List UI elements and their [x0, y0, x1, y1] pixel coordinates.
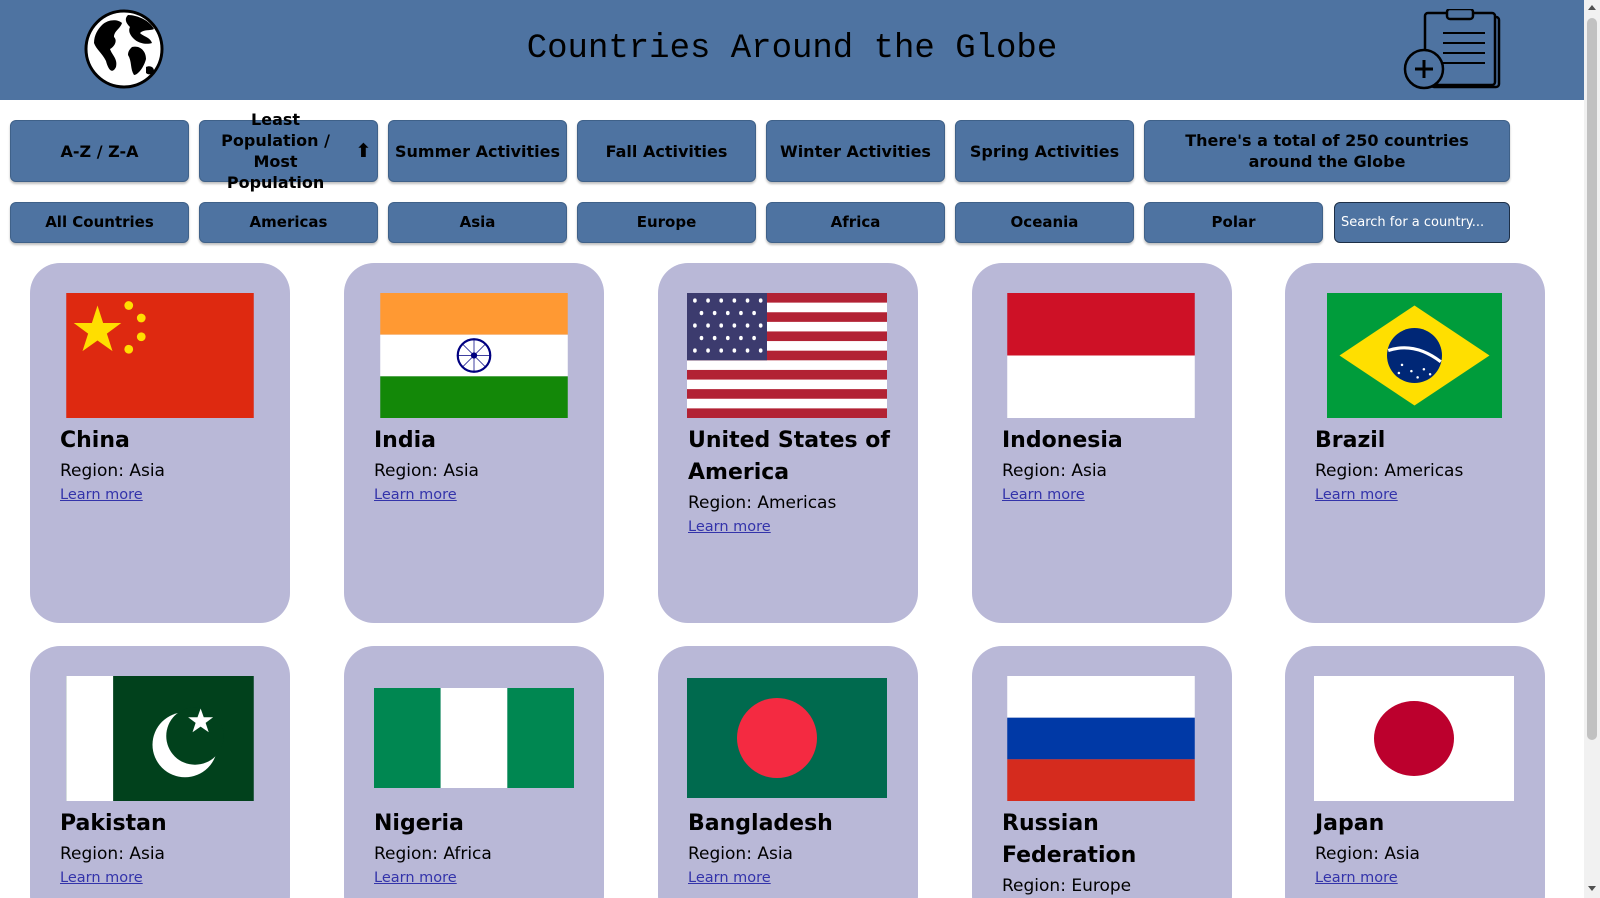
learn-more-link[interactable]: Learn more: [1315, 487, 1398, 503]
sort-population-button[interactable]: Least Population / Most Population ⬆: [199, 110, 378, 192]
learn-more-link[interactable]: Learn more: [688, 519, 771, 535]
fall-activities-label: Fall Activities: [605, 141, 728, 161]
country-region: Region: Asia: [1002, 461, 1107, 481]
country-region: Region: Asia: [688, 844, 793, 864]
summer-activities-button[interactable]: Summer Activities: [388, 120, 567, 182]
country-card-india[interactable]: India Region: Asia Learn more: [344, 263, 604, 623]
learn-more-link[interactable]: Learn more: [1002, 487, 1085, 503]
total-countries-button[interactable]: There's a total of 250 countries around …: [1144, 120, 1510, 182]
winter-activities-label: Winter Activities: [780, 141, 931, 161]
country-region: Region: Africa: [374, 844, 492, 864]
learn-more-link[interactable]: Learn more: [688, 870, 771, 886]
country-card-pakistan[interactable]: Pakistan Region: Asia Learn more: [30, 646, 290, 898]
scroll-up-icon[interactable]: [1588, 5, 1596, 10]
country-name: Brazil: [1315, 428, 1386, 453]
india-flag-icon: [380, 293, 568, 418]
vertical-scrollbar[interactable]: [1584, 0, 1600, 898]
country-name: United States of America: [688, 428, 890, 485]
country-region: Region: Asia: [60, 844, 165, 864]
region-europe-label: Europe: [636, 213, 697, 231]
country-name: China: [60, 428, 130, 453]
region-oceania-label: Oceania: [1010, 213, 1079, 231]
sort-population-label: Least Population / Most Population: [221, 110, 330, 192]
region-americas-label: Americas: [249, 213, 328, 231]
sort-az-button[interactable]: A-Z / Z-A: [10, 120, 189, 182]
summer-activities-label: Summer Activities: [395, 141, 560, 161]
region-europe-button[interactable]: Europe: [577, 202, 756, 243]
spring-activities-label: Spring Activities: [969, 141, 1120, 161]
country-region: Region: Americas: [1315, 461, 1464, 481]
country-name: Bangladesh: [688, 811, 833, 836]
russia-flag-icon: [1007, 676, 1195, 801]
country-region: Region: Americas: [688, 493, 837, 513]
region-polar-button[interactable]: Polar: [1144, 202, 1323, 243]
sort-az-label: A-Z / Z-A: [60, 141, 139, 161]
learn-more-link[interactable]: Learn more: [60, 870, 143, 886]
region-africa-label: Africa: [830, 213, 881, 231]
header: Countries Around the Globe: [0, 0, 1584, 100]
country-region: Region: Asia: [1315, 844, 1420, 864]
learn-more-link[interactable]: Learn more: [374, 487, 457, 503]
region-polar-label: Polar: [1211, 213, 1256, 231]
scroll-down-icon[interactable]: [1588, 886, 1596, 891]
region-africa-button[interactable]: Africa: [766, 202, 945, 243]
country-card-usa[interactable]: United States of America Region: America…: [658, 263, 918, 623]
learn-more-link[interactable]: Learn more: [1315, 870, 1398, 886]
scrollbar-thumb[interactable]: [1587, 18, 1597, 740]
arrow-up-icon: ⬆: [355, 139, 372, 162]
total-countries-label: There's a total of 250 countries around …: [1185, 131, 1469, 171]
country-card-indonesia[interactable]: Indonesia Region: Asia Learn more: [972, 263, 1232, 623]
country-region: Region: Asia: [374, 461, 479, 481]
country-name: Pakistan: [60, 811, 167, 836]
country-card-brazil[interactable]: Brazil Region: Americas Learn more: [1285, 263, 1545, 623]
usa-flag-icon: [687, 293, 887, 418]
country-region: Region: Asia: [60, 461, 165, 481]
country-card-japan[interactable]: Japan Region: Asia Learn more: [1285, 646, 1545, 898]
country-region: Region: Europe: [1002, 876, 1132, 896]
region-all-button[interactable]: All Countries: [10, 202, 189, 243]
fall-activities-button[interactable]: Fall Activities: [577, 120, 756, 182]
indonesia-flag-icon: [1007, 293, 1195, 418]
japan-flag-icon: [1314, 676, 1514, 801]
country-card-russia[interactable]: Russian Federation Region: Europe: [972, 646, 1232, 898]
country-name: Indonesia: [1002, 428, 1123, 453]
page-title: Countries Around the Globe: [526, 30, 1058, 68]
clipboard-add-icon[interactable]: [1403, 9, 1503, 91]
country-name: Nigeria: [374, 811, 464, 836]
country-name: India: [374, 428, 436, 453]
region-all-label: All Countries: [45, 213, 154, 231]
country-name: Russian Federation: [1002, 811, 1137, 868]
spring-activities-button[interactable]: Spring Activities: [955, 120, 1134, 182]
country-card-nigeria[interactable]: Nigeria Region: Africa Learn more: [344, 646, 604, 898]
pakistan-flag-icon: [66, 676, 254, 801]
learn-more-link[interactable]: Learn more: [60, 487, 143, 503]
region-oceania-button[interactable]: Oceania: [955, 202, 1134, 243]
learn-more-link[interactable]: Learn more: [374, 870, 457, 886]
china-flag-icon: [66, 293, 254, 418]
region-asia-button[interactable]: Asia: [388, 202, 567, 243]
country-name: Japan: [1315, 811, 1385, 836]
country-card-bangladesh[interactable]: Bangladesh Region: Asia Learn more: [658, 646, 918, 898]
bangladesh-flag-icon: [687, 678, 887, 798]
nigeria-flag-icon: [374, 688, 574, 788]
region-asia-label: Asia: [459, 213, 496, 231]
brazil-flag-icon: [1327, 293, 1502, 418]
region-americas-button[interactable]: Americas: [199, 202, 378, 243]
winter-activities-button[interactable]: Winter Activities: [766, 120, 945, 182]
country-card-china[interactable]: China Region: Asia Learn more: [30, 263, 290, 623]
search-input[interactable]: [1334, 202, 1510, 243]
